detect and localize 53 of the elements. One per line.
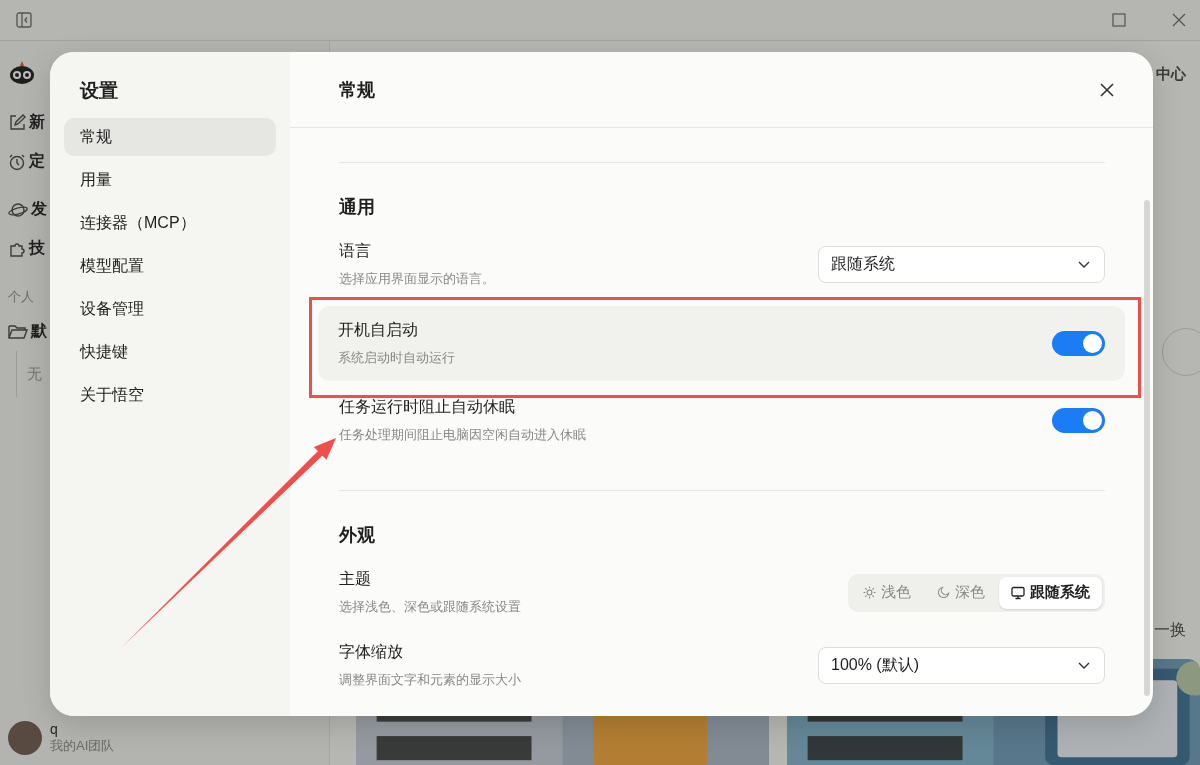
settings-nav-item[interactable]: 关于悟空 bbox=[64, 376, 276, 414]
team-name: 我的AI团队 bbox=[50, 737, 115, 755]
monitor-icon bbox=[1011, 585, 1025, 600]
close-window-icon[interactable] bbox=[1172, 13, 1186, 27]
setting-description: 调整界面文字和元素的显示大小 bbox=[339, 671, 521, 689]
chevron-down-icon bbox=[1078, 661, 1090, 670]
toggle-switch[interactable] bbox=[1052, 331, 1105, 356]
settings-nav-item[interactable]: 常规 bbox=[64, 118, 276, 156]
setting-description: 选择应用界面显示的语言。 bbox=[339, 270, 495, 288]
setting-description: 系统启动时自动运行 bbox=[338, 349, 455, 367]
maximize-icon[interactable] bbox=[1112, 13, 1126, 27]
sidebar-item-label[interactable]: 技 bbox=[29, 238, 45, 259]
page-title: 常规 bbox=[339, 78, 375, 102]
setting-label: 字体缩放 bbox=[339, 642, 404, 662]
settings-nav-item[interactable]: 用量 bbox=[64, 161, 276, 199]
toggle-switch[interactable] bbox=[1052, 408, 1105, 433]
setting-label: 主题 bbox=[339, 569, 372, 589]
folder-icon[interactable] bbox=[8, 323, 28, 340]
avatar[interactable] bbox=[8, 721, 42, 755]
scrollbar[interactable] bbox=[1144, 200, 1150, 696]
edit-icon[interactable] bbox=[8, 113, 26, 132]
close-icon[interactable] bbox=[1099, 81, 1115, 98]
settings-nav-item[interactable]: 模型配置 bbox=[64, 247, 276, 285]
segment-option[interactable]: 跟随系统 bbox=[999, 576, 1102, 609]
header-text[interactable]: 中心 bbox=[1156, 65, 1186, 84]
sidebar-item-label[interactable]: 发 bbox=[31, 199, 47, 220]
dropdown[interactable]: 100% (默认) bbox=[818, 647, 1105, 684]
planet-icon[interactable] bbox=[8, 200, 28, 219]
section-title: 外观 bbox=[339, 524, 376, 547]
setting-label: 任务运行时阻止自动休眠 bbox=[339, 397, 516, 417]
user-name: q bbox=[50, 721, 59, 737]
sidebar-item-label[interactable]: 新 bbox=[29, 112, 45, 133]
settings-nav-item[interactable]: 设备管理 bbox=[64, 290, 276, 328]
section-title: 通用 bbox=[339, 196, 376, 219]
sidebar-item-label[interactable]: 定 bbox=[29, 151, 45, 172]
owl-logo-icon bbox=[8, 59, 36, 85]
section-label: 个人 bbox=[8, 288, 35, 306]
setting-label: 开机自启动 bbox=[338, 320, 419, 340]
setting-label: 语言 bbox=[339, 241, 372, 261]
settings-nav-item[interactable]: 快捷键 bbox=[64, 333, 276, 371]
moon-icon bbox=[937, 586, 950, 599]
folder-label[interactable]: 默 bbox=[31, 321, 47, 342]
setting-description: 任务处理期间阻止电脑因空闲自动进入休眠 bbox=[339, 426, 586, 444]
refresh-link[interactable]: 一换 bbox=[1154, 620, 1186, 641]
empty-label: 无 bbox=[27, 364, 42, 384]
dialog-title: 设置 bbox=[78, 79, 119, 103]
sidebar-toggle-icon[interactable] bbox=[16, 12, 32, 28]
settings-nav-item[interactable]: 连接器（MCP） bbox=[64, 204, 276, 242]
chevron-down-icon bbox=[1078, 260, 1090, 269]
sun-icon bbox=[863, 586, 876, 599]
setting-description: 选择浅色、深色或跟随系统设置 bbox=[339, 598, 521, 616]
alarm-clock-icon[interactable] bbox=[8, 152, 26, 171]
dropdown[interactable]: 跟随系统 bbox=[818, 246, 1105, 283]
